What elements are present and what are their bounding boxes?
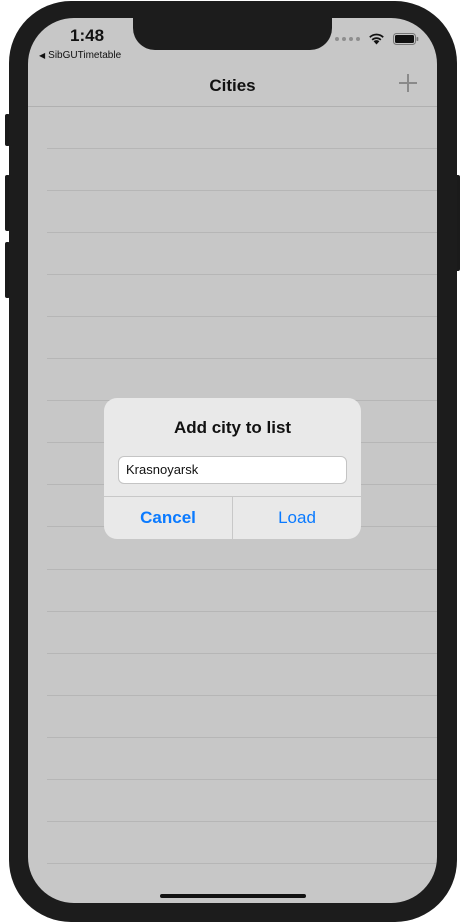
list-separator (47, 695, 437, 696)
navigation-bar: Cities (28, 68, 437, 107)
cancel-button[interactable]: Cancel (104, 497, 232, 539)
screen: 1:48 ◀ SibGUTimetable Cities Add city to… (28, 18, 437, 903)
dialog-title: Add city to list (173, 418, 292, 437)
battery-icon (393, 32, 419, 45)
list-separator (47, 569, 437, 570)
wifi-icon (369, 33, 384, 45)
list-separator (47, 737, 437, 738)
list-separator (47, 358, 437, 359)
status-time: 1:48 (70, 26, 105, 45)
add-city-dialog: Add city to list Krasnoyarsk Cancel Load (104, 398, 361, 539)
list-separator (47, 316, 437, 317)
home-indicator[interactable] (160, 894, 306, 898)
list-separator (47, 821, 437, 822)
list-separator (47, 653, 437, 654)
back-app-label: SibGUTimetable (48, 50, 122, 61)
list-separator (47, 190, 437, 191)
list-separator (47, 863, 437, 864)
plus-icon[interactable] (399, 74, 417, 92)
back-arrow-icon: ◀ (39, 51, 46, 60)
list-separator (47, 611, 437, 612)
load-button[interactable]: Load (233, 497, 361, 539)
list-separator (47, 148, 437, 149)
signal-icon (335, 36, 360, 41)
back-to-app-link[interactable]: ◀ SibGUTimetable (39, 50, 121, 61)
status-icons (335, 32, 419, 45)
page-title: Cities (209, 76, 256, 95)
list-separator (47, 779, 437, 780)
list-separator (47, 274, 437, 275)
list-separator (47, 232, 437, 233)
notch (133, 18, 332, 50)
city-name-input[interactable]: Krasnoyarsk (118, 456, 347, 484)
